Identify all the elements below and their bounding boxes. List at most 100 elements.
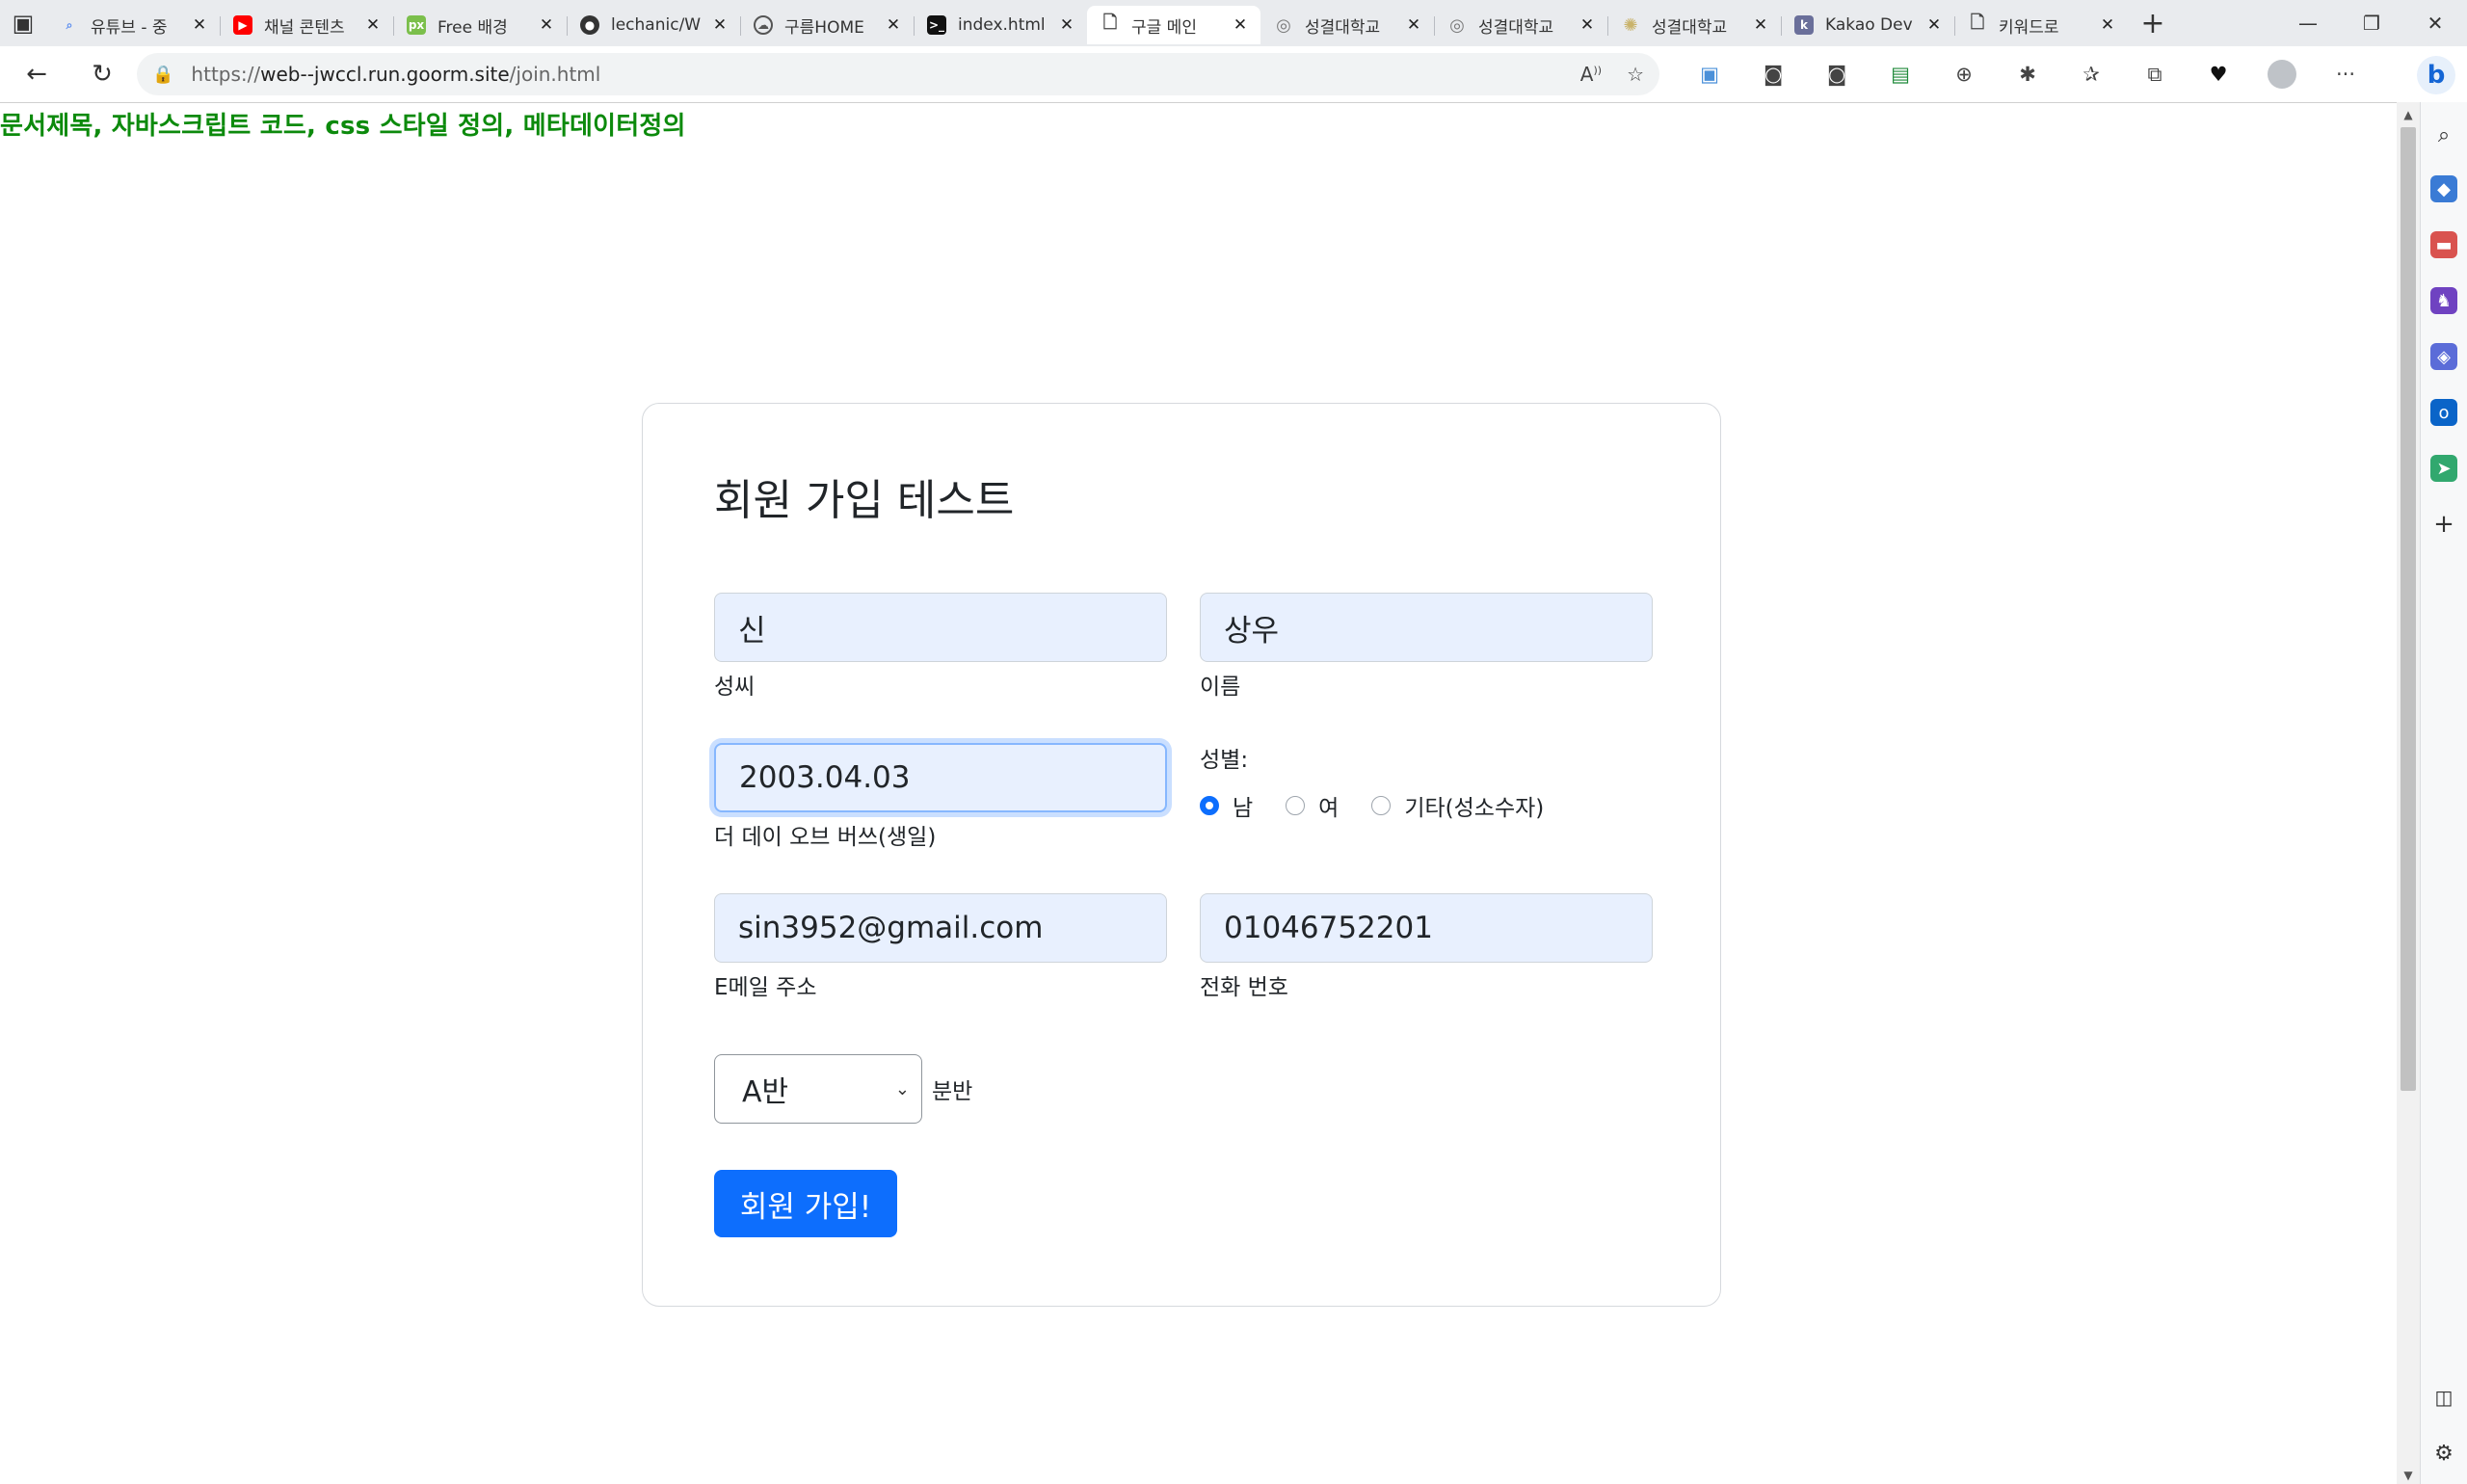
class-select[interactable]: A반 ⌄ [714, 1054, 922, 1124]
close-icon[interactable]: ✕ [1923, 15, 1945, 35]
printer-icon[interactable]: ▤ [1879, 53, 1922, 95]
camera-icon[interactable]: ◙ [1816, 53, 1858, 95]
terminal-icon: >_ [927, 15, 946, 35]
close-icon[interactable]: ✕ [1403, 15, 1424, 35]
gender-option-other[interactable]: 기타(성소수자) [1371, 789, 1544, 822]
close-icon[interactable]: ✕ [883, 15, 904, 35]
more-menu-icon[interactable]: ··· [2324, 53, 2367, 95]
tab-1[interactable]: ▶ 채널 콘텐츠 ✕ [220, 6, 393, 44]
tab-9[interactable]: ✺ 성결대학교 ✕ [1607, 6, 1781, 44]
outlook-icon[interactable]: o [2430, 399, 2457, 426]
close-icon[interactable]: ✕ [536, 15, 557, 35]
tab-5[interactable]: >_ index.html ✕ [914, 6, 1087, 44]
close-icon[interactable]: ✕ [1230, 15, 1251, 35]
favorites-icon[interactable]: ✰ [2070, 53, 2112, 95]
url-host: web--jwccl.run.goorm.site [260, 63, 510, 86]
page-scrollbar[interactable]: ▲ ▼ [2397, 102, 2420, 1484]
collections-icon[interactable]: ⧉ [2134, 53, 2176, 95]
gender-option-male[interactable]: 남 [1200, 789, 1253, 822]
radio-unchecked-icon[interactable] [1286, 796, 1306, 815]
first-name-label: 이름 [1200, 675, 1241, 700]
close-icon[interactable]: ✕ [709, 15, 730, 35]
drop-icon[interactable]: ➤ [2430, 455, 2457, 482]
profile-avatar-icon[interactable] [2261, 53, 2303, 95]
close-icon[interactable]: ✕ [1056, 15, 1077, 35]
bing-copilot-icon[interactable]: b [2417, 56, 2455, 94]
tab-2[interactable]: px Free 배경 ✕ [393, 6, 567, 44]
close-icon[interactable]: ✕ [1577, 15, 1598, 35]
games-icon[interactable]: ♞ [2430, 287, 2457, 314]
gender-option-label: 기타(성소수자) [1404, 796, 1545, 821]
gender-option-label: 남 [1233, 796, 1254, 821]
tab-10[interactable]: k Kakao Dev ✕ [1781, 6, 1954, 44]
scroll-down-arrow-icon[interactable]: ▼ [2397, 1469, 2420, 1482]
last-name-input[interactable] [714, 593, 1167, 662]
tab-6-active[interactable]: 🗋 구글 메인 ✕ [1087, 6, 1260, 44]
tab-4[interactable]: ☁ 구름HOME ✕ [740, 6, 914, 44]
radio-checked-icon[interactable] [1200, 796, 1219, 815]
close-icon[interactable]: ✕ [362, 15, 384, 35]
scroll-thumb[interactable] [2401, 127, 2416, 1091]
tab-0[interactable]: ⌕ 유튜브 - 중 ✕ [46, 6, 220, 44]
birthday-label: 더 데이 오브 버쓰(생일) [714, 825, 937, 850]
new-tab-button[interactable]: + [2132, 7, 2174, 40]
heart-pulse-icon[interactable]: ♥ [2197, 53, 2240, 95]
settings-gear-icon[interactable]: ⚙ [2430, 1440, 2457, 1467]
search-icon[interactable]: ⌕ [2430, 121, 2457, 148]
add-icon[interactable]: + [2430, 510, 2457, 539]
gender-radio-group: 남 여 기타(성소수자) [1200, 789, 1577, 822]
tab-title: 채널 콘텐츠 [264, 17, 345, 38]
email-group: E메일 주소 [714, 893, 1167, 1001]
favorite-star-icon[interactable]: ☆ [1627, 63, 1644, 86]
px-icon: px [407, 15, 426, 35]
email-input[interactable] [714, 893, 1167, 963]
gender-option-female[interactable]: 여 [1286, 789, 1339, 822]
extensions-icon[interactable]: ✱ [2006, 53, 2049, 95]
tab-3[interactable]: ● lechanic/W ✕ [567, 6, 740, 44]
window-controls: — ❐ ✕ [2276, 12, 2467, 35]
form-title: 회원 가입 테스트 [714, 476, 1015, 525]
tab-title: 성결대학교 [1652, 17, 1728, 38]
phone-input[interactable] [1200, 893, 1653, 963]
tab-actions-icon[interactable]: ▣ [0, 2, 46, 44]
tab-11[interactable]: 🗋 키워드로 ✕ [1954, 6, 2128, 44]
scroll-up-arrow-icon[interactable]: ▲ [2397, 108, 2420, 121]
read-aloud-icon[interactable]: A)) [1580, 63, 1602, 86]
url-text[interactable]: https://web--jwccl.run.goorm.site/join.h… [191, 63, 1554, 86]
tab-8[interactable]: ◎ 성결대학교 ✕ [1434, 6, 1607, 44]
tab-7[interactable]: ◎ 성결대학교 ✕ [1260, 6, 1434, 44]
sidebar-toggle-icon[interactable]: ◫ [2430, 1384, 2457, 1411]
class-select-label: 분반 [932, 1079, 973, 1104]
restore-icon[interactable]: ❐ [2340, 12, 2403, 35]
kakao-icon: k [1794, 15, 1814, 35]
address-bar[interactable]: 🔒 https://web--jwccl.run.goorm.site/join… [137, 53, 1659, 95]
last-name-label: 성씨 [714, 675, 756, 700]
close-icon[interactable]: ✕ [2097, 15, 2118, 35]
close-icon[interactable]: ✕ [189, 15, 210, 35]
refresh-icon[interactable]: ↻ [79, 51, 125, 97]
office-icon[interactable]: ◈ [2430, 343, 2457, 370]
back-arrow-icon[interactable]: ← [13, 51, 60, 97]
translate-icon[interactable]: ▣ [1688, 53, 1731, 95]
address-row: ← ↻ 🔒 https://web--jwccl.run.goorm.site/… [0, 46, 2467, 103]
lock-icon[interactable]: 🔒 [152, 65, 173, 85]
signup-card: 회원 가입 테스트 성씨 이름 더 데이 오브 버쓰(생일) 성별: 남 여 기… [642, 403, 1721, 1307]
github-icon: ● [580, 15, 599, 35]
close-icon[interactable]: ✕ [1750, 15, 1771, 35]
first-name-input[interactable] [1200, 593, 1653, 662]
signup-submit-button[interactable]: 회원 가입! [714, 1170, 897, 1237]
tag-icon[interactable]: ◆ [2430, 175, 2457, 202]
birthday-input[interactable] [714, 743, 1167, 812]
globe-icon: ◎ [1276, 14, 1291, 36]
tab-title: 구글 메인 [1131, 17, 1197, 38]
radio-unchecked-icon[interactable] [1371, 796, 1392, 815]
tab-title: 성결대학교 [1478, 17, 1554, 38]
camera-icon[interactable]: ◙ [1752, 53, 1794, 95]
search-icon: ⌕ [66, 17, 73, 32]
minimize-icon[interactable]: — [2276, 12, 2340, 35]
close-window-icon[interactable]: ✕ [2403, 12, 2467, 35]
tab-title: 유튜브 - 중 [91, 17, 168, 38]
search-extension-icon[interactable]: ⊕ [1943, 53, 1985, 95]
toolbox-icon[interactable]: ▬ [2430, 231, 2457, 258]
page-icon: 🗋 [1102, 13, 1118, 33]
